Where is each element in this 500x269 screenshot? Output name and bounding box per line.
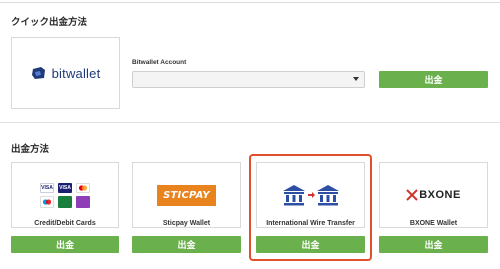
visa-dark-card-icon: VISA	[58, 182, 72, 193]
bitwallet-logo-box: bitwallet	[11, 37, 120, 109]
visa-dark-label: VISA	[59, 184, 71, 191]
maestro-card-icon	[40, 195, 54, 208]
chevron-down-icon	[353, 77, 359, 81]
withdrawal-methods-title: 出金方法	[11, 144, 50, 155]
method-label-card: Credit/Debit Cards	[34, 220, 96, 227]
card-brands-icon: VISA VISA	[40, 182, 90, 208]
top-rule	[0, 2, 500, 3]
bitwallet-logo-text: bitwallet	[51, 65, 101, 81]
method-label-bxone: BXONE Wallet	[409, 220, 458, 227]
bxone-logo-text: BXONE	[419, 189, 461, 201]
jcb-card-icon	[58, 195, 72, 208]
quick-withdraw-button[interactable]: 出金	[379, 71, 488, 88]
bxone-mark-icon	[406, 189, 418, 201]
sticpay-withdraw-button[interactable]: 出金	[132, 236, 241, 253]
bitwallet-logo: bitwallet	[31, 66, 101, 81]
bxone-logo: BXONE	[406, 189, 461, 201]
credit-card-logo-box[interactable]: VISA VISA	[11, 162, 119, 228]
quick-withdrawal-title: クイック出金方法	[11, 17, 88, 28]
visa-card-icon: VISA	[40, 182, 54, 193]
bitwallet-account-label: Bitwallet Account	[132, 59, 187, 66]
mastercard-icon	[76, 182, 90, 193]
sticpay-logo: STICPAY	[157, 184, 216, 206]
visa-label: VISA	[41, 184, 53, 191]
bxone-logo-box[interactable]: BXONE	[379, 162, 488, 228]
method-label-sticpay: Sticpay Wallet	[162, 220, 211, 227]
sticpay-logo-box[interactable]: STICPAY	[132, 162, 241, 228]
section-divider	[0, 122, 500, 123]
diners-card-icon	[76, 195, 90, 208]
bitwallet-mark-icon	[31, 67, 45, 79]
bitwallet-account-select[interactable]	[132, 71, 365, 88]
card-withdraw-button[interactable]: 出金	[11, 236, 119, 253]
selection-highlight	[249, 154, 372, 261]
bxone-withdraw-button[interactable]: 出金	[379, 236, 488, 253]
